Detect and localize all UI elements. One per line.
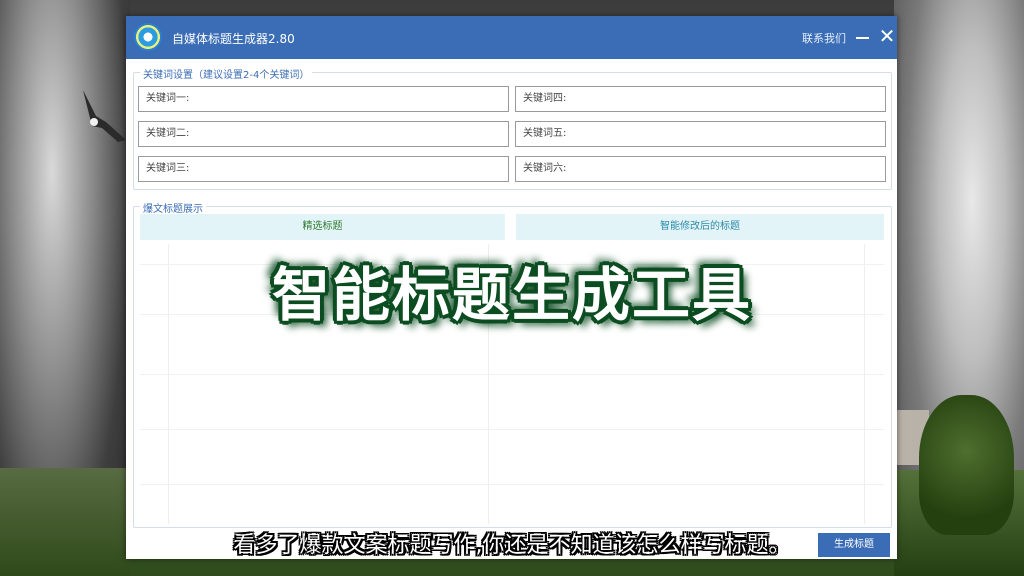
keyword-2-field[interactable]: 关键词二: [138, 121, 509, 147]
background-tree [919, 395, 1014, 535]
app-title: 自媒体标题生成器2.80 [172, 32, 295, 46]
eagle-icon [83, 90, 126, 142]
grid-line [140, 374, 884, 375]
background-grass-left [0, 468, 130, 576]
grid-line [140, 484, 884, 485]
contact-us-link[interactable]: 联系我们 [802, 30, 846, 46]
minimize-button[interactable] [853, 26, 873, 48]
keyword-5-field[interactable]: 关键词五: [515, 121, 886, 147]
keyword-3-field[interactable]: 关键词三: [138, 156, 509, 182]
grid-line [140, 429, 884, 430]
title-bar[interactable]: 自媒体标题生成器2.80 联系我们 ✕ [126, 16, 897, 59]
keyword-4-field[interactable]: 关键词四: [515, 86, 886, 112]
modified-titles-header: 智能修改后的标题 [516, 214, 884, 240]
keyword-settings-legend: 关键词设置（建议设置2-4个关键词） [140, 66, 313, 81]
keyword-1-field[interactable]: 关键词一: [138, 86, 509, 112]
keyword-6-field[interactable]: 关键词六: [515, 156, 886, 182]
selected-titles-header: 精选标题 [140, 214, 505, 240]
hot-titles-legend: 爆文标题展示 [140, 200, 206, 215]
close-button[interactable]: ✕ [876, 24, 898, 48]
video-subtitle: 看多了爆款文案标题写作,你还是不知道该怎么样写标题。 [233, 533, 791, 558]
video-overlay-title: 智能标题生成工具 [271, 261, 752, 329]
app-logo-icon [134, 23, 162, 51]
